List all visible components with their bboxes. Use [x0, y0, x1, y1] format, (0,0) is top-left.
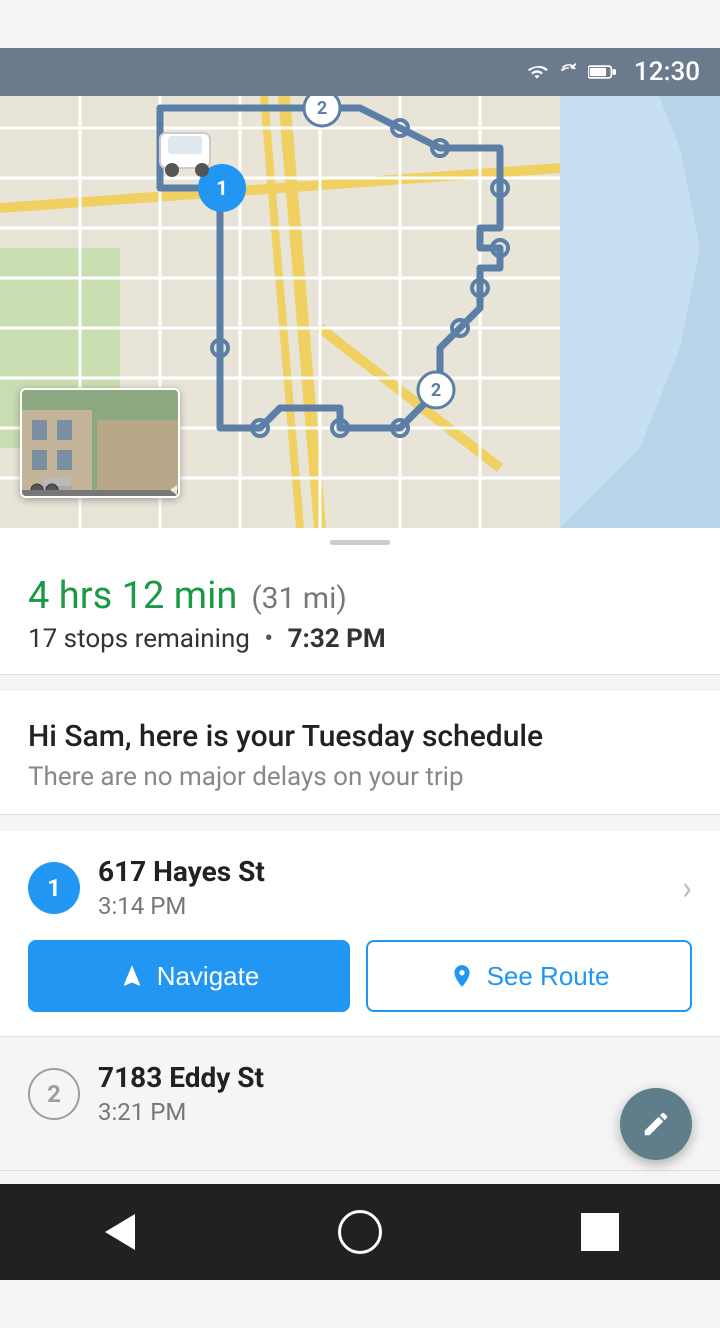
stops-dot: •	[264, 624, 273, 654]
svg-text:1: 1	[216, 176, 227, 200]
stop-2-badge: 2	[28, 1068, 80, 1120]
route-icon	[449, 963, 475, 989]
stop-icon	[581, 1213, 619, 1251]
trip-duration: 4 hrs 12 min	[28, 574, 237, 618]
greeting-subtitle: There are no major delays on your trip	[28, 762, 692, 792]
stop-2-left: 2 7183 Eddy St 3:21 PM	[28, 1061, 264, 1126]
trip-distance: (31 mi)	[251, 581, 346, 616]
svg-text:2: 2	[431, 380, 441, 401]
greeting-title: Hi Sam, here is your Tuesday schedule	[28, 719, 692, 754]
see-route-button[interactable]: See Route	[366, 940, 692, 1012]
stop-1-time: 3:14 PM	[98, 892, 265, 920]
navigate-button[interactable]: Navigate	[28, 940, 350, 1012]
stops-remaining: 17 stops remaining	[28, 624, 250, 654]
stop-1-header: 1 617 Hayes St 3:14 PM ›	[28, 855, 692, 920]
home-button[interactable]	[330, 1202, 390, 1262]
stop-button[interactable]	[570, 1202, 630, 1262]
status-icons: 12:30	[524, 57, 700, 87]
stop-2-time: 3:21 PM	[98, 1098, 264, 1126]
battery-icon	[588, 64, 616, 80]
navigate-icon	[119, 963, 145, 989]
stop-2-info: 7183 Eddy St 3:21 PM	[98, 1061, 264, 1126]
time-row: 4 hrs 12 min (31 mi)	[28, 574, 692, 618]
stop-item-1: 1 617 Hayes St 3:14 PM › Navigate See Ro…	[0, 831, 720, 1037]
drag-handle[interactable]	[0, 528, 720, 556]
trip-info-panel: 4 hrs 12 min (31 mi) 17 stops remaining …	[0, 556, 720, 675]
stop-1-badge: 1	[28, 862, 80, 914]
stop-item-2: 2 7183 Eddy St 3:21 PM	[0, 1037, 720, 1171]
back-button[interactable]	[90, 1202, 150, 1262]
home-icon	[338, 1210, 382, 1254]
greeting-section: Hi Sam, here is your Tuesday schedule Th…	[0, 691, 720, 815]
eta: 7:32 PM	[288, 624, 386, 654]
stop-1-info: 617 Hayes St 3:14 PM	[98, 855, 265, 920]
edit-icon	[641, 1109, 671, 1139]
stop-2-header: 2 7183 Eddy St 3:21 PM	[28, 1061, 692, 1126]
stop-1-address: 617 Hayes St	[98, 855, 265, 888]
back-icon	[105, 1214, 135, 1250]
signal-icon	[560, 62, 578, 82]
drag-pill	[330, 540, 390, 545]
stop-1-left: 1 617 Hayes St 3:14 PM	[28, 855, 265, 920]
map-container[interactable]: 2 2 1	[0, 48, 720, 528]
wifi-icon	[524, 62, 550, 82]
street-thumbnail[interactable]	[20, 388, 180, 498]
stops-row: 17 stops remaining • 7:32 PM	[28, 624, 692, 654]
stop-1-chevron[interactable]: ›	[682, 869, 692, 907]
status-time: 12:30	[634, 57, 700, 87]
status-bar: 12:30	[0, 48, 720, 96]
svg-text:2: 2	[317, 98, 327, 119]
edit-fab[interactable]	[620, 1088, 692, 1160]
stop-2-address: 7183 Eddy St	[98, 1061, 264, 1094]
stop-1-actions: Navigate See Route	[28, 940, 692, 1012]
bottom-nav	[0, 1184, 720, 1280]
